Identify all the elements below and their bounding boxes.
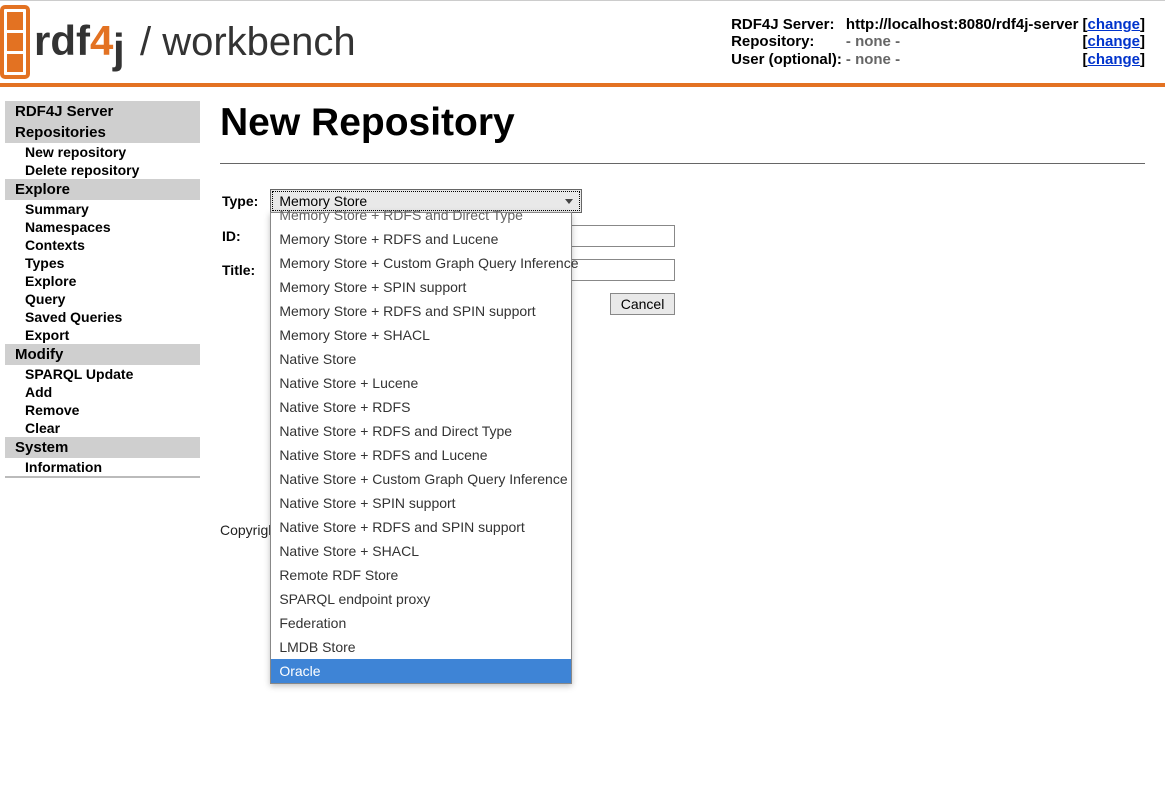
sidebar-item[interactable]: Add (5, 383, 200, 401)
type-dropdown[interactable]: Memory Store + RDFS and Direct TypeMemor… (270, 212, 572, 684)
sidebar-item[interactable]: Types (5, 254, 200, 272)
sidebar-item[interactable]: Query (5, 290, 200, 308)
type-label: Type: (222, 184, 268, 218)
sidebar-item[interactable]: Information (5, 458, 200, 476)
logo: rdf 4 j / workbench (0, 3, 356, 81)
server-info-row: Repository: - none - [change] (729, 33, 1147, 50)
type-option[interactable]: Memory Store + RDFS and Direct Type (271, 203, 571, 227)
type-option[interactable]: SPARQL endpoint proxy (271, 587, 571, 611)
type-option[interactable]: Native Store + SHACL (271, 539, 571, 563)
sidebar-item[interactable]: Contexts (5, 236, 200, 254)
change-server-link[interactable]: change (1087, 16, 1140, 33)
sidebar-item[interactable]: Saved Queries (5, 308, 200, 326)
divider (220, 163, 1145, 164)
server-info: RDF4J Server: http://localhost:8080/rdf4… (729, 16, 1147, 68)
type-option[interactable]: Native Store + RDFS and SPIN support (271, 515, 571, 539)
sidebar-item[interactable]: Summary (5, 200, 200, 218)
workbench-label: / workbench (140, 20, 356, 65)
type-option[interactable]: Native Store + RDFS (271, 395, 571, 419)
sidebar-item[interactable]: Delete repository (5, 161, 200, 179)
sidebar-header: Explore (5, 179, 200, 200)
sidebar-item[interactable]: New repository (5, 143, 200, 161)
main-content: New Repository Type: Memory Store Memory… (220, 101, 1165, 538)
svg-text:j: j (112, 25, 125, 72)
server-info-label: User (optional): (729, 51, 844, 68)
server-info-label: Repository: (729, 33, 844, 50)
sidebar-item[interactable]: Explore (5, 272, 200, 290)
sidebar-header: RDF4J Server (5, 101, 200, 122)
type-option[interactable]: Native Store + SPIN support (271, 491, 571, 515)
page-title: New Repository (220, 101, 1145, 145)
server-info-value: - none - (844, 33, 1081, 50)
type-option[interactable]: Native Store (271, 347, 571, 371)
sidebar-item[interactable]: Remove (5, 401, 200, 419)
type-option[interactable]: Memory Store + RDFS and Lucene (271, 227, 571, 251)
svg-text:rdf: rdf (34, 17, 91, 64)
type-select-wrapper: Memory Store Memory Store + RDFS and Dir… (270, 189, 582, 213)
type-option[interactable]: Native Store + RDFS and Lucene (271, 443, 571, 467)
title-label: Title: (222, 254, 268, 286)
type-option[interactable]: Memory Store + SHACL (271, 323, 571, 347)
sidebar-item[interactable]: Clear (5, 419, 200, 437)
type-option[interactable]: Memory Store + RDFS and SPIN support (271, 299, 571, 323)
sidebar-item[interactable]: Namespaces (5, 218, 200, 236)
type-option[interactable]: Native Store + Lucene (271, 371, 571, 395)
svg-text:4: 4 (90, 17, 114, 64)
type-option[interactable]: Native Store + RDFS and Direct Type (271, 419, 571, 443)
server-info-value: http://localhost:8080/rdf4j-server (844, 16, 1081, 33)
type-option[interactable]: Oracle (271, 659, 571, 683)
sidebar-header: Modify (5, 344, 200, 365)
type-option[interactable]: Memory Store + SPIN support (271, 275, 571, 299)
type-option[interactable]: Remote RDF Store (271, 563, 571, 587)
new-repo-form: Type: Memory Store Memory Store + RDFS a… (220, 182, 683, 322)
sidebar-header: Repositories (5, 122, 200, 143)
server-info-value: - none - (844, 51, 1081, 68)
header: rdf 4 j / workbench RDF4J Server: http:/… (0, 1, 1165, 87)
rdf4j-logo-icon: rdf 4 j (0, 3, 130, 81)
type-option[interactable]: LMDB Store (271, 635, 571, 659)
change-user-link[interactable]: change (1087, 51, 1140, 68)
server-info-row: User (optional): - none - [change] (729, 51, 1147, 68)
sidebar: RDF4J ServerRepositoriesNew repositoryDe… (5, 101, 200, 478)
sidebar-header: System (5, 437, 200, 458)
type-option[interactable]: Federation (271, 611, 571, 635)
sidebar-item[interactable]: SPARQL Update (5, 365, 200, 383)
cancel-button[interactable]: Cancel (610, 293, 676, 315)
server-info-row: RDF4J Server: http://localhost:8080/rdf4… (729, 16, 1147, 33)
type-option[interactable]: Memory Store + Custom Graph Query Infere… (271, 251, 571, 275)
id-label: ID: (222, 220, 268, 252)
sidebar-item[interactable]: Export (5, 326, 200, 344)
type-option[interactable]: Native Store + Custom Graph Query Infere… (271, 467, 571, 491)
server-info-label: RDF4J Server: (729, 16, 844, 33)
change-repo-link[interactable]: change (1087, 33, 1140, 50)
